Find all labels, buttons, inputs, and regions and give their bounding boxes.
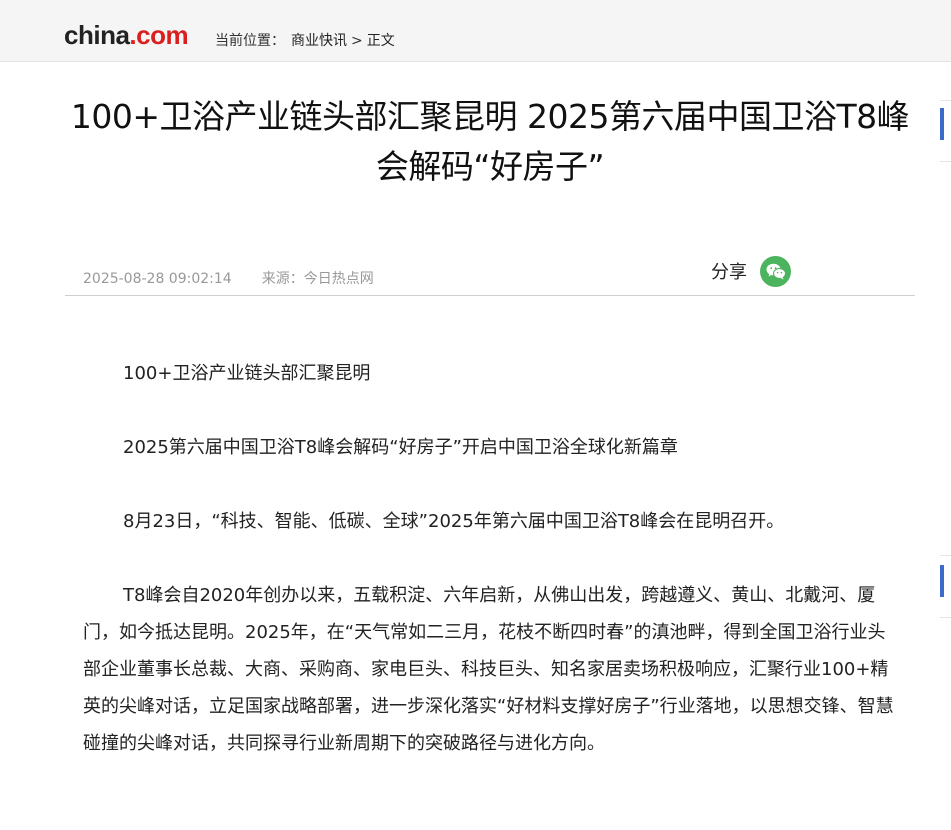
breadcrumb-item-article[interactable]: 正文 [367, 33, 395, 49]
share-area: 分享 [711, 255, 791, 287]
article-title: 100+卫浴产业链头部汇聚昆明 2025第六届中国卫浴T8峰会解码“好房子” [70, 97, 910, 186]
article-paragraph: 2025第六届中国卫浴T8峰会解码“好房子”开启中国卫浴全球化新篇章 [123, 437, 678, 458]
publish-datetime: 2025-08-28 09:02:14 [83, 271, 232, 287]
article-meta: 2025-08-28 09:02:14 来源：今日热点网 [83, 270, 374, 288]
side-panel-marker [940, 108, 944, 140]
breadcrumb: 当前位置： 商业快讯 > 正文 [215, 33, 395, 49]
breadcrumb-label: 当前位置： [215, 33, 285, 49]
logo-com: com [136, 20, 189, 50]
article-paragraph: 8月23日，“科技、智能、低碳、全球”2025年第六届中国卫浴T8峰会在昆明召开… [123, 511, 785, 532]
meta-divider [65, 295, 915, 296]
share-label: 分享 [711, 262, 747, 283]
top-bar: china.com 当前位置： 商业快讯 > 正文 [0, 0, 951, 62]
article-paragraph: T8峰会自2020年创办以来，五载积淀、六年启新，从佛山出发，跨越遵义、黄山、北… [83, 585, 894, 754]
wechat-icon [766, 263, 786, 279]
article-body: 100+卫浴产业链头部汇聚昆明 2025第六届中国卫浴T8峰会解码“好房子”开启… [83, 355, 898, 799]
breadcrumb-separator: > [351, 33, 363, 49]
article-paragraph: 100+卫浴产业链头部汇聚昆明 [123, 363, 371, 384]
side-panel-divider [940, 161, 951, 162]
wechat-share-button[interactable] [760, 255, 791, 287]
breadcrumb-item-business-news[interactable]: 商业快讯 [291, 33, 347, 49]
side-panel-marker [940, 565, 944, 597]
side-panel-divider [940, 617, 951, 618]
article-source: 来源：今日热点网 [261, 271, 374, 287]
side-panel-divider [940, 100, 951, 101]
china-com-logo[interactable]: china.com [64, 20, 189, 50]
side-panel-divider [940, 555, 951, 556]
logo-china: china [64, 20, 130, 50]
